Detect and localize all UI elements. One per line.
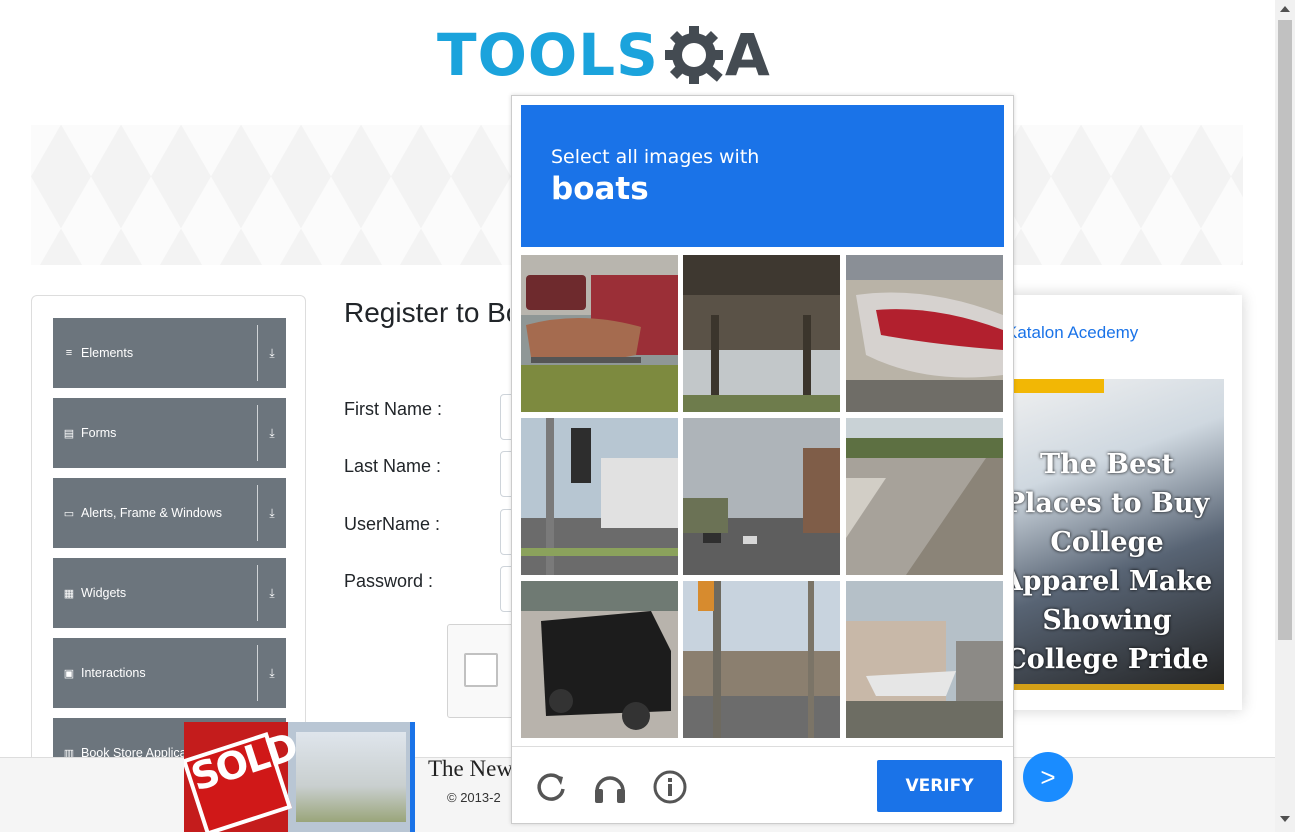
reload-icon[interactable] (533, 769, 569, 805)
next-arrow-button[interactable]: > (1023, 752, 1073, 802)
password-label: Password : (344, 571, 434, 591)
sidebar-group-label: Forms (81, 426, 117, 440)
page: TOOLS A ≡ Elements ⤓ ▤ Forms ⤓ ▭ Alerts,… (0, 0, 1295, 832)
download-icon: ⤓ (269, 585, 275, 600)
ad-link[interactable]: Katalon Acedemy (1006, 323, 1138, 343)
house-photo (296, 732, 406, 822)
sidebar: ≡ Elements ⤓ ▤ Forms ⤓ ▭ Alerts, Frame &… (31, 295, 306, 765)
logo-text-end: A (724, 21, 770, 89)
recaptcha-widget (447, 624, 517, 718)
recaptcha-checkbox[interactable] (464, 653, 498, 687)
bottom-ad-image[interactable]: SOLD (184, 722, 415, 832)
captcha-tile[interactable] (846, 255, 1003, 412)
bottom-ad-title[interactable]: The New (428, 756, 514, 782)
sidebar-group-widgets[interactable]: ▦ Widgets ⤓ (53, 558, 286, 628)
page-scrollbar[interactable] (1275, 0, 1295, 832)
widgets-icon: ▦ (63, 587, 75, 600)
window-icon: ▭ (63, 507, 75, 520)
captcha-target: boats (551, 171, 649, 207)
audio-headphones-icon[interactable] (592, 769, 628, 805)
captcha-tile[interactable] (846, 581, 1003, 738)
captcha-tile[interactable] (521, 418, 678, 575)
captcha-tile[interactable] (846, 418, 1003, 575)
page-title: Register to Book Store (344, 297, 510, 328)
interaction-icon: ▣ (63, 667, 75, 680)
scroll-down-icon[interactable] (1280, 816, 1290, 822)
ad-stripe (1000, 379, 1104, 393)
list-icon: ≡ (65, 347, 73, 359)
sidebar-group-label: Elements (81, 346, 134, 360)
captcha-tile[interactable] (521, 581, 678, 738)
sidebar-group-interactions[interactable]: ▣ Interactions ⤓ (53, 638, 286, 708)
bottom-ad-copyright: © 2013-2 (447, 790, 501, 805)
captcha-tile[interactable] (683, 581, 840, 738)
verify-button[interactable]: VERIFY (877, 760, 1002, 812)
captcha-tile[interactable] (683, 418, 840, 575)
gear-icon (664, 26, 723, 84)
sidebar-group-label: Alerts, Frame & Windows (81, 506, 223, 520)
form-icon: ▤ (63, 427, 75, 440)
sidebar-group-forms[interactable]: ▤ Forms ⤓ (53, 398, 286, 468)
ad-headline: The Best Places to Buy College Apparel M… (1001, 449, 1213, 690)
captcha-challenge: Select all images with boats VERIFY (511, 95, 1014, 824)
info-icon[interactable] (652, 769, 688, 805)
last-name-label: Last Name : (344, 456, 442, 476)
captcha-header: Select all images with boats (521, 105, 1004, 247)
sidebar-group-alerts[interactable]: ▭ Alerts, Frame & Windows ⤓ (53, 478, 286, 548)
scroll-thumb[interactable] (1278, 20, 1292, 640)
first-name-label: First Name : (344, 399, 443, 419)
username-label: UserName : (344, 514, 441, 534)
logo-text-main: TOOLS (437, 21, 659, 89)
captcha-prompt: Select all images with (551, 146, 760, 168)
sidebar-group-label: Interactions (81, 666, 146, 680)
download-icon: ⤓ (269, 345, 275, 360)
captcha-tile[interactable] (521, 255, 678, 412)
captcha-footer: VERIFY (512, 746, 1013, 823)
sidebar-group-label: Widgets (81, 586, 127, 600)
captcha-tile[interactable] (683, 255, 840, 412)
toolsqa-logo[interactable]: TOOLS A (437, 20, 770, 90)
scroll-up-icon[interactable] (1280, 6, 1290, 12)
ad-bottom-bar (1000, 684, 1224, 690)
sidebar-group-elements[interactable]: ≡ Elements ⤓ (53, 318, 286, 388)
ad-accent-bar (410, 722, 415, 832)
download-icon: ⤓ (269, 665, 275, 680)
ad-image[interactable]: The Best Places to Buy College Apparel M… (1000, 379, 1224, 690)
download-icon: ⤓ (269, 505, 275, 520)
download-icon: ⤓ (269, 425, 275, 440)
